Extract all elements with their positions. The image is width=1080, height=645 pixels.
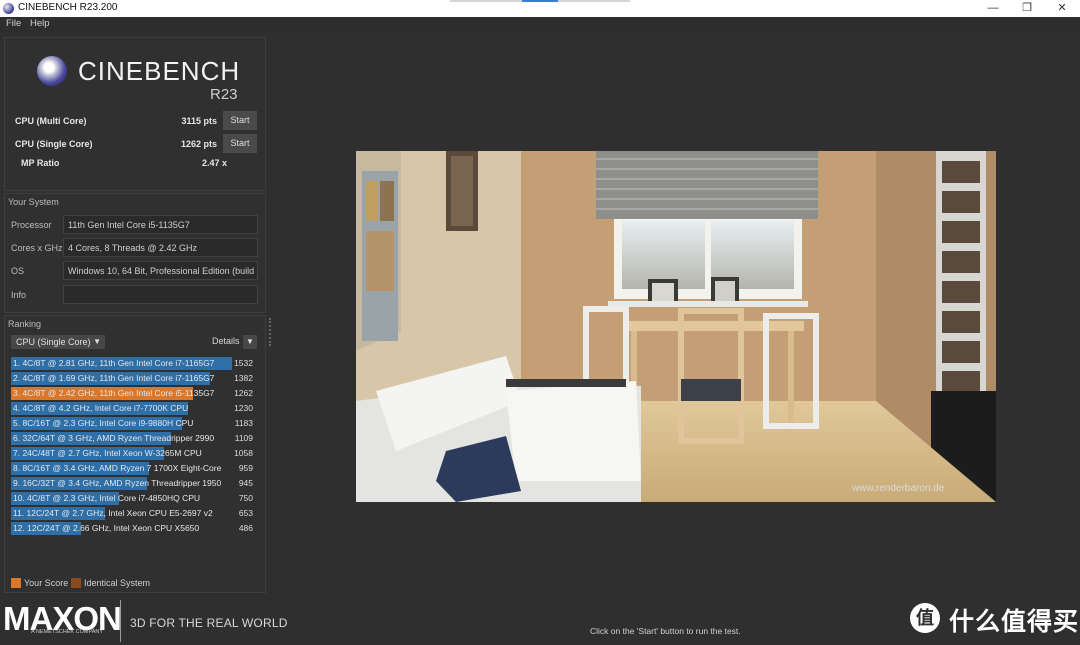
single-core-label: CPU (Single Core) [15,139,93,149]
restore-button[interactable]: ❐ [1010,0,1044,17]
ranking-row[interactable]: 6. 32C/64T @ 3 GHz, AMD Ryzen Threadripp… [11,432,257,446]
details-toggle-button[interactable]: ▼ [243,335,257,349]
details-label: Details [212,336,240,346]
system-heading: Your System [8,197,59,207]
logo-name: CINEBENCH [78,56,241,86]
menu-help[interactable]: Help [30,18,50,29]
window-title: CINEBENCH R23.200 [18,2,118,13]
ranking-test-select[interactable]: CPU (Single Core) ▼ [11,335,105,349]
multi-core-label: CPU (Multi Core) [15,116,87,126]
ranking-cpu-label: 6. 32C/64T @ 3 GHz, AMD Ryzen Threadripp… [13,433,217,443]
ranking-heading: Ranking [8,319,42,329]
multi-core-score: 3115 pts [181,116,217,126]
render-preview: www.renderbaron.de [356,151,996,502]
ranking-cpu-label: 3. 4C/8T @ 2.42 GHz, 11th Gen Intel Core… [13,388,215,398]
mp-ratio-label: MP Ratio [21,158,60,168]
ranking-cpu-label: 1. 4C/8T @ 2.81 GHz, 11th Gen Intel Core… [13,358,215,368]
ranking-score: 1058 [234,448,253,458]
site-logo-text: 什么值得买 [949,608,1080,636]
render-watermark: www.renderbaron.de [851,483,945,494]
cinebench-logo: CINEBENCH R23 [35,56,275,116]
ranking-row-your-score[interactable]: 3. 4C/8T @ 2.42 GHz, 11th Gen Intel Core… [11,387,257,401]
info-label: Info [11,290,27,300]
ranking-row[interactable]: 4. 4C/8T @ 4.2 GHz, Intel Core i7-7700K … [11,402,257,416]
render-image: www.renderbaron.de [356,151,996,502]
cinebench-sphere-icon [37,56,67,86]
ranking-row[interactable]: 11. 12C/24T @ 2.7 GHz, Intel Xeon CPU E5… [11,507,257,521]
ranking-row[interactable]: 7. 24C/48T @ 2.7 GHz, Intel Xeon W-3265M… [11,447,257,461]
scores-box: CINEBENCH R23 CPU (Multi Core) 3115 pts … [4,37,266,191]
ranking-score: 1382 [234,373,253,383]
ranking-score: 1262 [234,388,253,398]
multi-core-start-button[interactable]: Start [223,111,257,130]
chevron-down-icon: ▼ [246,337,254,346]
ranking-score: 1230 [234,403,253,413]
system-box: Your System Processor 11th Gen Intel Cor… [4,193,266,313]
ranking-row[interactable]: 12. 12C/24T @ 2.66 GHz, Intel Xeon CPU X… [11,522,257,536]
close-button[interactable]: ✕ [1045,0,1079,17]
ranking-score: 653 [238,508,253,518]
ranking-row[interactable]: 10. 4C/8T @ 2.3 GHz, Intel Core i7-4850H… [11,492,257,506]
your-score-swatch [11,578,21,588]
cores-label: Cores x GHz [11,243,63,253]
ranking-score: 1109 [234,433,253,443]
ranking-cpu-label: 10. 4C/8T @ 2.3 GHz, Intel Core i7-4850H… [13,493,201,503]
site-logo-icon: 值 [910,603,940,633]
ranking-cpu-label: 9. 16C/32T @ 3.4 GHz, AMD Ryzen Threadri… [13,478,222,488]
info-field[interactable] [63,285,258,304]
ranking-cpu-label: 4. 4C/8T @ 4.2 GHz, Intel Core i7-7700K … [13,403,189,413]
ranking-cpu-label: 8. 8C/16T @ 3.4 GHz, AMD Ryzen 7 1700X E… [13,463,222,473]
status-hint: Click on the 'Start' button to run the t… [590,626,741,636]
maxon-subtitle: A NEMETSCHEK COMPANY [31,629,104,635]
single-core-start-button[interactable]: Start [223,134,257,153]
footer-tagline: 3D FOR THE REAL WORLD [130,616,288,630]
logo-version: R23 [210,86,238,103]
ranking-row[interactable]: 5. 8C/16T @ 2.3 GHz, Intel Core i9-9880H… [11,417,257,431]
cores-field: 4 Cores, 8 Threads @ 2.42 GHz [63,238,258,257]
ranking-cpu-label: 12. 12C/24T @ 2.66 GHz, Intel Xeon CPU X… [13,523,200,533]
ranking-cpu-label: 5. 8C/16T @ 2.3 GHz, Intel Core i9-9880H… [13,418,194,428]
ranking-score: 1532 [234,358,253,368]
mp-ratio-value: 2.47 x [201,158,227,168]
chevron-down-icon: ▼ [93,337,101,346]
os-label: OS [11,266,25,276]
processor-field: 11th Gen Intel Core i5-1135G7 [63,215,258,234]
left-panel: CINEBENCH R23 CPU (Multi Core) 3115 pts … [0,32,273,645]
ranking-cpu-label: 11. 12C/24T @ 2.7 GHz, Intel Xeon CPU E5… [13,508,213,518]
ranking-score: 959 [238,463,253,473]
cinebench-app-icon [3,3,14,14]
ranking-test-selected: CPU (Single Core) [16,337,91,347]
os-field: Windows 10, 64 Bit, Professional Edition… [63,261,258,280]
menu-file[interactable]: File [6,18,21,29]
processor-label: Processor [11,220,52,230]
menu-bar: File Help [0,17,1080,32]
minimize-button[interactable]: — [976,0,1010,17]
ranking-score: 486 [238,523,253,533]
ranking-row[interactable]: 9. 16C/32T @ 3.4 GHz, AMD Ryzen Threadri… [11,477,257,491]
ranking-row[interactable]: 1. 4C/8T @ 2.81 GHz, 11th Gen Intel Core… [11,357,257,371]
your-score-legend: Your Score [24,578,69,588]
single-core-score: 1262 pts [180,139,217,149]
ranking-row[interactable]: 8. 8C/16T @ 3.4 GHz, AMD Ryzen 7 1700X E… [11,462,257,476]
ranking-cpu-label: 7. 24C/48T @ 2.7 GHz, Intel Xeon W-3265M… [13,448,202,458]
window-titlebar: CINEBENCH R23.200 — ❐ ✕ [0,0,1080,17]
identical-system-swatch [71,578,81,588]
ranking-row[interactable]: 2. 4C/8T @ 1.69 GHz, 11th Gen Intel Core… [11,372,257,386]
panel-resize-handle[interactable] [269,318,273,346]
ranking-score: 945 [238,478,253,488]
ranking-cpu-label: 2. 4C/8T @ 1.69 GHz, 11th Gen Intel Core… [13,373,215,383]
identical-system-legend: Identical System [84,578,151,588]
footer-divider [120,600,121,642]
ranking-score: 1183 [234,418,253,428]
ranking-score: 750 [238,493,253,503]
titlebar-accent [522,0,558,2]
